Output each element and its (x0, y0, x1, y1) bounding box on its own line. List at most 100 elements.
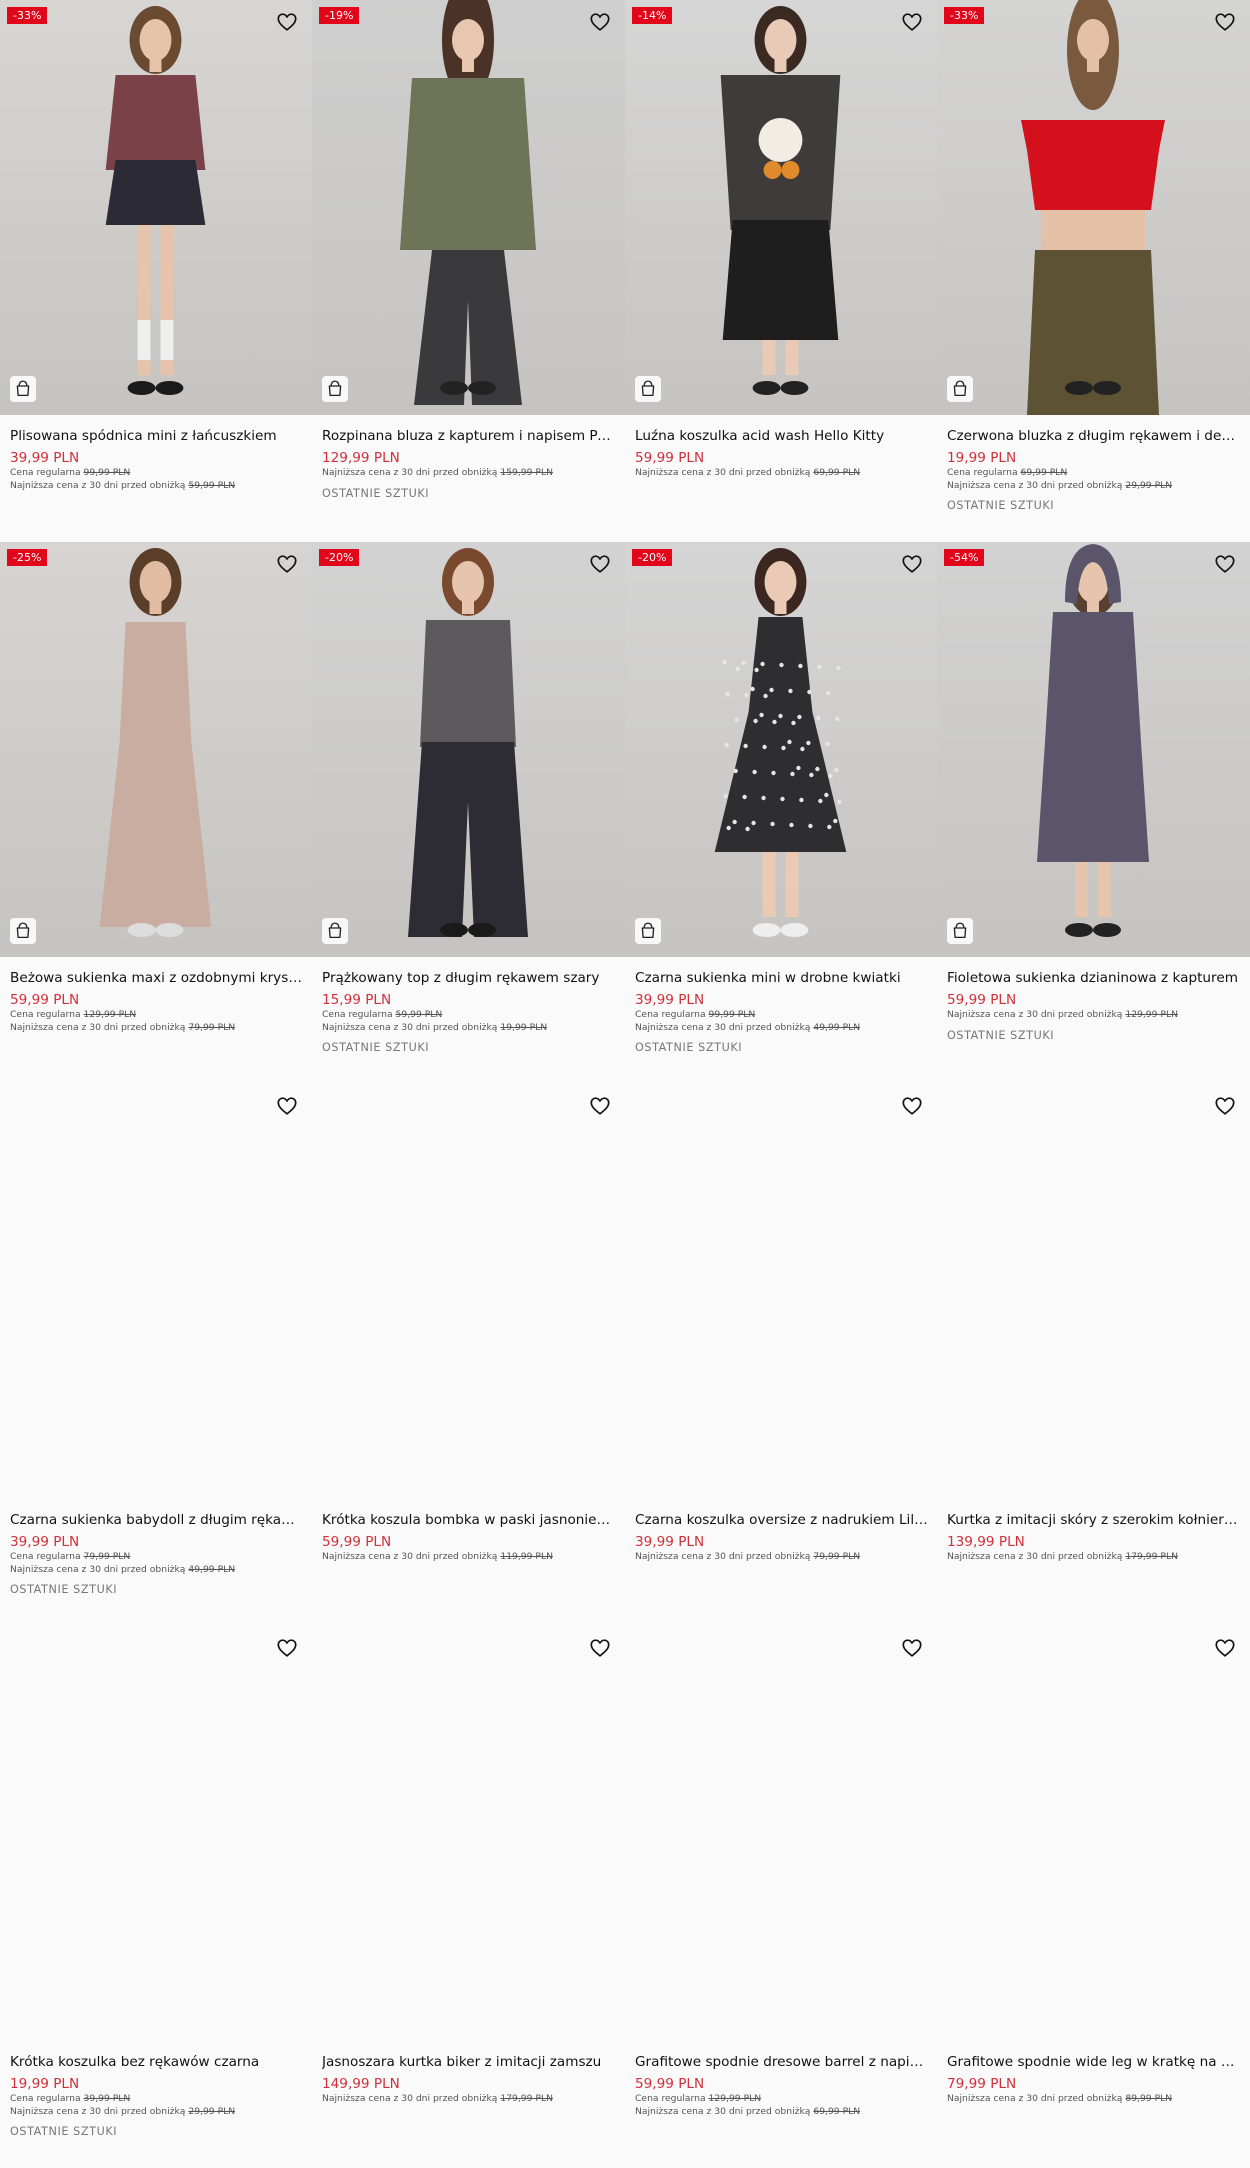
heart-icon[interactable] (901, 11, 923, 33)
last-items-label: OSTATNIE SZTUKI (322, 1041, 430, 1054)
shopping-bag-icon[interactable] (635, 376, 661, 402)
product-price: 19,99 PLN (10, 2076, 80, 2092)
product-price: 59,99 PLN (322, 1534, 392, 1550)
product-image[interactable] (937, 1626, 1250, 2041)
heart-icon[interactable] (276, 1095, 298, 1117)
lowest-price: 59,99 PLN (188, 479, 236, 491)
regular-price-label: Cena regularna (10, 1009, 81, 1020)
product-card[interactable]: -20% Czarna sukienka mini w drobne kwiatk… (625, 542, 937, 1084)
product-info: Czerwona bluzka z długim rękawem i dekol… (947, 427, 1242, 512)
lowest-price-line: Najniższa cena z 30 dni przed obniżką 69… (635, 2106, 929, 2119)
heart-icon[interactable] (1214, 1095, 1236, 1117)
product-image[interactable] (0, 0, 312, 415)
regular-price-label: Cena regularna (635, 2093, 706, 2104)
shopping-bag-icon[interactable] (947, 918, 973, 944)
shopping-bag-icon[interactable] (10, 376, 36, 402)
product-price: 59,99 PLN (10, 992, 80, 1008)
shopping-bag-icon[interactable] (322, 376, 348, 402)
product-card[interactable]: -54% Fioletowa sukienka dzianinowa z kapt… (937, 542, 1250, 1084)
product-name[interactable]: Grafitowe spodnie wide leg w kratkę na g… (947, 2053, 1242, 2071)
heart-icon[interactable] (276, 1637, 298, 1659)
product-image[interactable] (625, 0, 937, 415)
product-name[interactable]: Czarna sukienka mini w drobne kwiatki (635, 969, 929, 987)
lowest-price-line: Najniższa cena z 30 dni przed obniżką 79… (635, 1551, 929, 1564)
heart-icon[interactable] (901, 1637, 923, 1659)
lowest-price-line: Najniższa cena z 30 dni przed obniżką 59… (10, 480, 304, 493)
product-name[interactable]: Kurtka z imitacji skóry z szerokim kołni… (947, 1511, 1242, 1529)
shopping-bag-icon[interactable] (10, 918, 36, 944)
heart-icon[interactable] (589, 553, 611, 575)
product-name[interactable]: Krótka koszula bombka w paski jasnoniebi… (322, 1511, 617, 1529)
product-info: Grafitowe spodnie dresowe barrel z napis… (635, 2053, 929, 2118)
product-name[interactable]: Beżowa sukienka maxi z ozdobnymi kryszta… (10, 969, 304, 987)
lowest-price-label: Najniższa cena z 30 dni przed obniżką (10, 1563, 186, 1575)
product-image[interactable] (625, 542, 937, 957)
product-name[interactable]: Krótka koszulka bez rękawów czarna (10, 2053, 304, 2071)
product-card[interactable]: Krótka koszulka bez rękawów czarna 19,99 … (0, 1626, 312, 2168)
product-image[interactable] (312, 542, 625, 957)
product-info: Grafitowe spodnie wide leg w kratkę na g… (947, 2053, 1242, 2106)
product-name[interactable]: Grafitowe spodnie dresowe barrel z napis… (635, 2053, 929, 2071)
product-card[interactable]: Grafitowe spodnie wide leg w kratkę na g… (937, 1626, 1250, 2168)
product-card[interactable]: -14% Luźna koszulka acid wash Hello Kitty… (625, 0, 937, 542)
product-card[interactable]: Grafitowe spodnie dresowe barrel z napis… (625, 1626, 937, 2168)
product-image[interactable] (625, 1084, 937, 1499)
product-info: Czarna sukienka babydoll z długim rękawe… (10, 1511, 304, 1596)
regular-price: 79,99 PLN (83, 1551, 131, 1562)
regular-price-label: Cena regularna (635, 1009, 706, 1020)
heart-icon[interactable] (276, 553, 298, 575)
product-name[interactable]: Jasnoszara kurtka biker z imitacji zamsz… (322, 2053, 617, 2071)
last-items-label: OSTATNIE SZTUKI (10, 1583, 118, 1596)
regular-price-line: Cena regularna 129,99 PLN (635, 2093, 929, 2106)
product-name[interactable]: Luźna koszulka acid wash Hello Kitty (635, 427, 929, 445)
heart-icon[interactable] (589, 11, 611, 33)
heart-icon[interactable] (901, 553, 923, 575)
product-image[interactable] (0, 1084, 312, 1499)
last-items-label: OSTATNIE SZTUKI (10, 2125, 118, 2138)
heart-icon[interactable] (1214, 11, 1236, 33)
heart-icon[interactable] (589, 1095, 611, 1117)
product-name[interactable]: Rozpinana bluza z kapturem i napisem Per… (322, 427, 617, 445)
product-name[interactable]: Prążkowany top z długim rękawem szary (322, 969, 617, 987)
product-image[interactable] (937, 0, 1250, 415)
product-name[interactable]: Czarna sukienka babydoll z długim rękawe… (10, 1511, 304, 1529)
product-name[interactable]: Plisowana spódnica mini z łańcuszkiem (10, 427, 304, 445)
shopping-bag-icon[interactable] (947, 376, 973, 402)
product-card[interactable]: Czarna koszulka oversize z nadrukiem Lil… (625, 1084, 937, 1626)
product-image[interactable] (0, 1626, 312, 2041)
product-name[interactable]: Czarna koszulka oversize z nadrukiem Lil… (635, 1511, 929, 1529)
product-card[interactable]: -19% Rozpinana bluza z kapturem i napisem… (312, 0, 625, 542)
lowest-price: 79,99 PLN (188, 1021, 236, 1033)
product-card[interactable]: Jasnoszara kurtka biker z imitacji zamsz… (312, 1626, 625, 2168)
product-image[interactable] (0, 542, 312, 957)
product-card[interactable]: -25% Beżowa sukienka maxi z ozdobnymi kry… (0, 542, 312, 1084)
regular-price-line: Cena regularna 129,99 PLN (10, 1009, 304, 1022)
lowest-price: 49,99 PLN (188, 1563, 236, 1575)
heart-icon[interactable] (276, 11, 298, 33)
product-card[interactable]: Czarna sukienka babydoll z długim rękawe… (0, 1084, 312, 1626)
product-name[interactable]: Czerwona bluzka z długim rękawem i dekol… (947, 427, 1242, 445)
product-image[interactable] (937, 1084, 1250, 1499)
regular-price: 129,99 PLN (708, 2093, 762, 2104)
heart-icon[interactable] (1214, 1637, 1236, 1659)
product-card[interactable]: -33% Plisowana spódnica mini z łańcuszkie… (0, 0, 312, 542)
heart-icon[interactable] (589, 1637, 611, 1659)
last-items-label: OSTATNIE SZTUKI (322, 486, 430, 500)
product-image[interactable] (312, 1626, 625, 2041)
product-card[interactable]: -20% Prążkowany top z długim rękawem szar… (312, 542, 625, 1084)
heart-icon[interactable] (1214, 553, 1236, 575)
shopping-bag-icon[interactable] (322, 918, 348, 944)
product-image[interactable] (312, 1084, 625, 1499)
product-card[interactable]: Krótka koszula bombka w paski jasnoniebi… (312, 1084, 625, 1626)
shopping-bag-icon[interactable] (635, 918, 661, 944)
heart-icon[interactable] (901, 1095, 923, 1117)
product-name[interactable]: Fioletowa sukienka dzianinowa z kapturem (947, 969, 1242, 987)
discount-badge: -20% (319, 549, 360, 566)
product-image[interactable] (937, 542, 1250, 957)
regular-price-label: Cena regularna (10, 467, 81, 478)
product-card[interactable]: Kurtka z imitacji skóry z szerokim kołni… (937, 1084, 1250, 1626)
product-price: 15,99 PLN (322, 992, 392, 1008)
product-image[interactable] (312, 0, 625, 415)
product-card[interactable]: -33% Czerwona bluzka z długim rękawem i d… (937, 0, 1250, 542)
product-image[interactable] (625, 1626, 937, 2041)
